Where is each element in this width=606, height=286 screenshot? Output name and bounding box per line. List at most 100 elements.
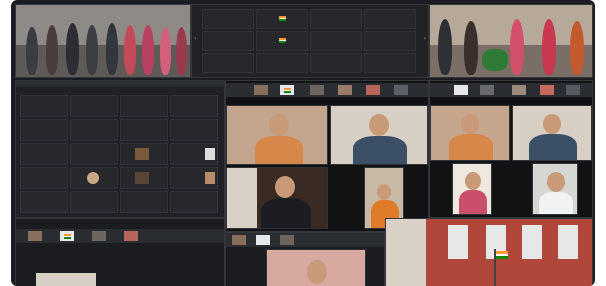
participant-video-main[interactable] <box>266 249 366 286</box>
participant-thumbnail[interactable] <box>60 231 74 241</box>
participant-video-man[interactable] <box>330 105 428 165</box>
person-figure <box>142 25 154 75</box>
screen-collage: ‹ › <box>11 0 595 286</box>
clothing <box>539 192 573 214</box>
avatar <box>135 172 149 184</box>
participant-video-woman-2[interactable] <box>452 163 492 215</box>
participant-thumbnail[interactable] <box>280 85 294 95</box>
participant-thumbnail[interactable] <box>480 85 494 95</box>
flag-icon <box>279 16 286 21</box>
participant-thumbnail[interactable] <box>394 85 408 95</box>
person-figure <box>124 25 136 75</box>
chevron-left-icon[interactable]: ‹ <box>194 35 196 42</box>
participant-tile[interactable] <box>70 191 118 213</box>
avatar <box>135 148 149 160</box>
participant-tile[interactable] <box>170 95 218 117</box>
person-figure <box>160 27 171 75</box>
participant-tile[interactable] <box>20 95 68 117</box>
clothing <box>529 134 577 160</box>
face <box>275 176 295 198</box>
participant-tile[interactable] <box>364 53 416 73</box>
participant-tile[interactable] <box>256 31 308 51</box>
video-preview <box>36 273 96 286</box>
participant-thumbnail[interactable] <box>566 85 580 95</box>
participant-thumbnail[interactable] <box>92 231 106 241</box>
participant-video-woman[interactable] <box>430 105 510 161</box>
clothing <box>261 198 311 228</box>
participant-thumbnail[interactable] <box>338 85 352 95</box>
participant-tile[interactable] <box>20 119 68 141</box>
participant-tile[interactable] <box>120 95 168 117</box>
participant-thumbnail[interactable] <box>256 235 270 245</box>
participant-tile[interactable] <box>70 119 118 141</box>
participant-thumbnail[interactable] <box>280 235 294 245</box>
participant-thumbnail[interactable] <box>454 85 468 95</box>
participant-thumbnail[interactable] <box>512 85 526 95</box>
participant-tile[interactable] <box>120 119 168 141</box>
participant-tile[interactable] <box>256 53 308 73</box>
participant-thumbnail[interactable] <box>124 231 138 241</box>
participant-strip <box>226 233 384 247</box>
participant-tile[interactable] <box>310 53 362 73</box>
participant-tile[interactable] <box>170 119 218 141</box>
participant-thumbnail[interactable] <box>254 85 268 95</box>
participant-tile[interactable] <box>364 9 416 29</box>
participant-video-man[interactable] <box>512 105 592 161</box>
participant-thumbnail[interactable] <box>310 85 324 95</box>
participant-thumbnail[interactable] <box>540 85 554 95</box>
participant-strip <box>16 229 224 243</box>
participant-tile[interactable] <box>70 95 118 117</box>
participant-tile[interactable] <box>202 31 254 51</box>
clothing <box>449 134 493 160</box>
video-window-bottom-strip <box>15 218 225 286</box>
participant-thumbnail[interactable] <box>28 231 42 241</box>
face <box>377 184 391 200</box>
wall-background <box>386 219 426 286</box>
participant-tile[interactable] <box>20 167 68 189</box>
person-figure <box>86 25 98 75</box>
face <box>547 172 565 192</box>
participant-tile[interactable] <box>170 191 218 213</box>
face <box>461 114 479 134</box>
participant-video-man-suit[interactable] <box>226 167 328 229</box>
participant-thumbnail[interactable] <box>232 235 246 245</box>
participant-tile[interactable] <box>256 9 308 29</box>
participant-tile[interactable] <box>310 31 362 51</box>
participant-video-woman[interactable] <box>226 105 328 165</box>
participant-tile[interactable] <box>120 143 168 165</box>
participant-tile[interactable] <box>170 167 218 189</box>
video-window-bottom-speaker <box>225 232 385 286</box>
person-figure <box>106 23 118 75</box>
person-figure <box>46 25 58 75</box>
video-window-outdoor-photo <box>429 4 593 78</box>
flag-icon <box>64 234 71 239</box>
participant-tile[interactable] <box>202 53 254 73</box>
avatar <box>205 172 215 184</box>
clothing <box>255 136 303 164</box>
participant-tile[interactable] <box>310 9 362 29</box>
participant-thumbnail[interactable] <box>366 85 380 95</box>
participant-tile[interactable] <box>20 191 68 213</box>
participant-strip <box>430 83 592 97</box>
participant-video-man-2[interactable] <box>532 163 578 215</box>
participant-tile[interactable] <box>70 143 118 165</box>
chevron-right-icon[interactable]: › <box>424 35 426 42</box>
wall-background <box>227 168 257 228</box>
clothing <box>459 190 487 214</box>
participant-tile[interactable] <box>202 9 254 29</box>
video-window-speaker-view <box>225 80 429 232</box>
person-figure <box>510 19 524 75</box>
participant-tile[interactable] <box>170 143 218 165</box>
avatar <box>87 172 99 184</box>
participant-tile[interactable] <box>70 167 118 189</box>
flag-icon <box>279 38 286 43</box>
participant-tile[interactable] <box>120 167 168 189</box>
person-figure <box>176 27 187 75</box>
clothing <box>353 136 407 164</box>
person-figure <box>542 19 556 75</box>
participant-tile[interactable] <box>364 31 416 51</box>
video-window-building-photo <box>385 218 593 286</box>
participant-tile[interactable] <box>20 143 68 165</box>
video-window-gallery-list <box>15 80 225 218</box>
participant-tile[interactable] <box>120 191 168 213</box>
